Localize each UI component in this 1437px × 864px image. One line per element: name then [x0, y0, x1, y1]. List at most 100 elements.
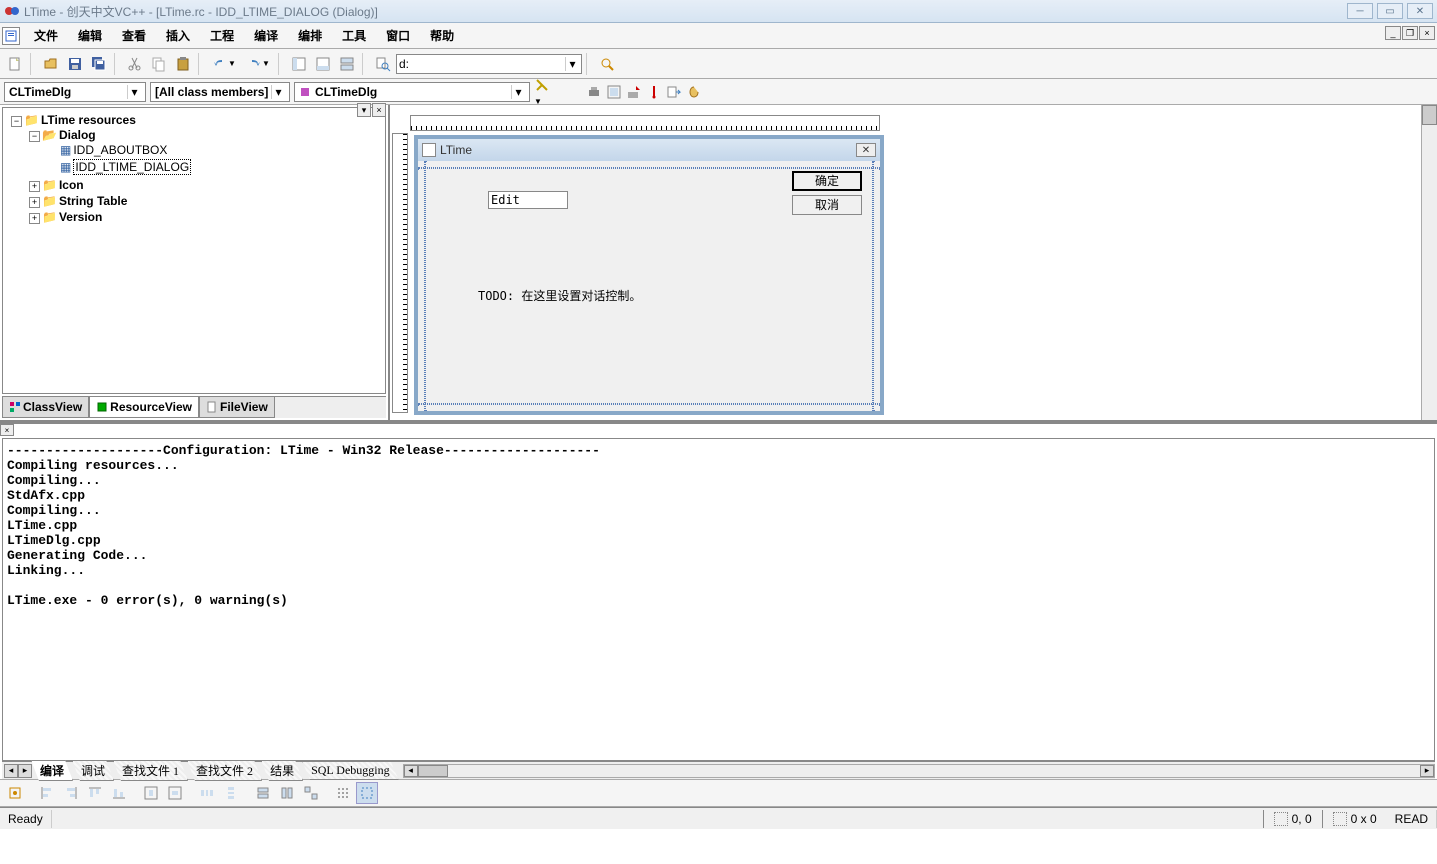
find-in-files-button[interactable] [372, 53, 394, 75]
output-text[interactable]: --------------------Configuration: LTime… [2, 438, 1435, 761]
cut-button[interactable] [124, 53, 146, 75]
output-tab-debug[interactable]: 调试 [72, 760, 114, 781]
filter-combo[interactable]: [All class members]▾ [150, 82, 290, 102]
collapse-icon[interactable]: − [11, 116, 22, 127]
output-tab-prev[interactable]: ◂ [4, 764, 18, 778]
make-same-size-button[interactable] [300, 782, 322, 804]
dialog-titlebar[interactable]: LTime ✕ [418, 139, 880, 161]
tree-root[interactable]: LTime resources [41, 113, 136, 127]
align-left-button[interactable] [36, 782, 58, 804]
make-same-height-button[interactable] [276, 782, 298, 804]
workspace-pin-button[interactable]: ▾ [357, 103, 371, 117]
tab-classview[interactable]: ClassView [2, 397, 89, 418]
go-button[interactable] [666, 84, 682, 100]
menu-build[interactable]: 编译 [244, 24, 288, 47]
output-tab-find2[interactable]: 查找文件 2 [187, 760, 262, 781]
menu-project[interactable]: 工程 [200, 24, 244, 47]
new-file-button[interactable] [4, 53, 26, 75]
folder-icon: 📁 [42, 210, 57, 224]
output-tab-sql[interactable]: SQL Debugging [302, 761, 399, 780]
test-dialog-button[interactable] [4, 782, 26, 804]
resource-tree[interactable]: −📁 LTime resources −📂 Dialog ▦ IDD_ABOUT… [7, 112, 381, 226]
workspace-close-button[interactable]: × [372, 103, 386, 117]
vertical-ruler[interactable] [392, 133, 408, 413]
workspace-button[interactable] [288, 53, 310, 75]
toggle-grid-button[interactable] [332, 782, 354, 804]
make-same-width-button[interactable] [252, 782, 274, 804]
tree-icon-folder[interactable]: Icon [59, 178, 84, 192]
mdi-close[interactable]: × [1419, 26, 1435, 40]
build-compile-button[interactable] [586, 84, 602, 100]
paste-button[interactable] [172, 53, 194, 75]
output-close-button[interactable]: × [0, 424, 14, 436]
dialog-close-button[interactable]: ✕ [856, 143, 876, 157]
titlebar: LTime - 创天中文VC++ - [LTime.rc - IDD_LTIME… [0, 0, 1437, 23]
save-all-button[interactable] [88, 53, 110, 75]
redo-button[interactable]: ▼ [242, 53, 274, 75]
horizontal-ruler[interactable] [410, 115, 880, 131]
minimize-button[interactable]: ─ [1347, 3, 1373, 19]
menu-help[interactable]: 帮助 [420, 24, 464, 47]
output-tab-build[interactable]: 编译 [31, 760, 73, 781]
ok-button[interactable]: 确定 [792, 171, 862, 191]
stop-build-button[interactable] [626, 84, 642, 100]
find-combo[interactable]: d: ▾ [396, 54, 582, 74]
tree-item-aboutbox[interactable]: IDD_ABOUTBOX [73, 143, 167, 157]
breakpoint-button[interactable] [686, 84, 702, 100]
mdi-restore[interactable]: ❐ [1402, 26, 1418, 40]
mdi-minimize[interactable]: _ [1385, 26, 1401, 40]
editor-vscrollbar[interactable] [1421, 105, 1437, 420]
cancel-button[interactable]: 取消 [792, 195, 862, 215]
menu-tools[interactable]: 工具 [332, 24, 376, 47]
window-list-button[interactable] [336, 53, 358, 75]
expand-icon[interactable]: + [29, 213, 40, 224]
output-tab-find1[interactable]: 查找文件 1 [113, 760, 188, 781]
output-button[interactable] [312, 53, 334, 75]
execute-button[interactable] [646, 84, 662, 100]
space-across-button[interactable] [196, 782, 218, 804]
space-down-button[interactable] [220, 782, 242, 804]
wizard-action-button[interactable]: ▼ [534, 77, 564, 107]
edit-control[interactable]: Edit [488, 191, 568, 209]
undo-button[interactable]: ▼ [208, 53, 240, 75]
output-tab-results[interactable]: 结果 [261, 760, 303, 781]
menu-layout[interactable]: 编排 [288, 24, 332, 47]
menu-view[interactable]: 查看 [112, 24, 156, 47]
expand-icon[interactable]: + [29, 181, 40, 192]
build-button[interactable] [606, 84, 622, 100]
expand-icon[interactable]: + [29, 197, 40, 208]
folder-icon: 📂 [42, 128, 57, 142]
menu-edit[interactable]: 编辑 [68, 24, 112, 47]
maximize-button[interactable]: ▭ [1377, 3, 1403, 19]
tab-resourceview[interactable]: ResourceView [89, 397, 199, 418]
copy-button[interactable] [148, 53, 170, 75]
center-horizontal-button[interactable] [164, 782, 186, 804]
find-button[interactable] [596, 53, 618, 75]
tree-item-ltime-dialog[interactable]: IDD_LTIME_DIALOG [73, 159, 191, 175]
workspace-panel: ▾ × −📁 LTime resources −📂 Dialog ▦ IDD_A… [0, 105, 390, 420]
collapse-icon[interactable]: − [29, 131, 40, 142]
member-combo[interactable]: CLTimeDlg▾ [294, 82, 530, 102]
todo-static-text[interactable]: TODO: 在这里设置对话控制。 [478, 287, 641, 304]
output-tab-next[interactable]: ▸ [18, 764, 32, 778]
tab-fileview[interactable]: FileView [199, 397, 275, 418]
tree-stringtable-folder[interactable]: String Table [59, 194, 127, 208]
tree-version-folder[interactable]: Version [59, 210, 102, 224]
align-right-button[interactable] [60, 782, 82, 804]
toggle-guides-button[interactable] [356, 782, 378, 804]
align-bottom-button[interactable] [108, 782, 130, 804]
tree-dialog-folder[interactable]: Dialog [59, 128, 96, 142]
align-top-button[interactable] [84, 782, 106, 804]
close-button[interactable]: ✕ [1407, 3, 1433, 19]
class-combo[interactable]: CLTimeDlg▾ [4, 82, 146, 102]
center-vertical-button[interactable] [140, 782, 162, 804]
menu-insert[interactable]: 插入 [156, 24, 200, 47]
dialog-editor[interactable]: LTime ✕ Edit 确定 取消 TODO: 在这里设置对话控制。 [390, 105, 1437, 420]
save-button[interactable] [64, 53, 86, 75]
open-button[interactable] [40, 53, 62, 75]
menu-window[interactable]: 窗口 [376, 24, 420, 47]
dialog-layout-toolbar [0, 779, 1437, 807]
dialog-preview[interactable]: LTime ✕ Edit 确定 取消 TODO: 在这里设置对话控制。 [414, 135, 884, 415]
output-hscrollbar[interactable]: ◂▸ [403, 764, 1435, 778]
menu-file[interactable]: 文件 [24, 24, 68, 47]
